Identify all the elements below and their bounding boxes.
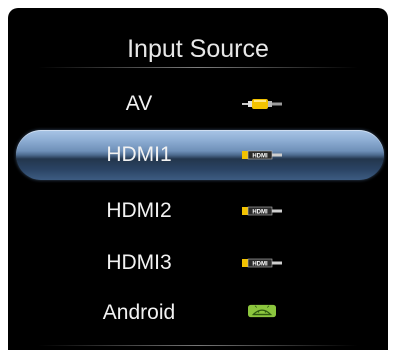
menu-item-label: HDMI1	[106, 143, 172, 166]
menu-item-hdmi2[interactable]: HDMI2 HDMI	[14, 186, 384, 234]
svg-text:HDMI: HDMI	[252, 210, 268, 216]
bottom-divider	[38, 345, 358, 346]
menu-item-hdmi3[interactable]: HDMI3 HDMI	[14, 238, 384, 286]
menu-item-label: HDMI3	[106, 251, 172, 274]
input-source-menu: Input Source AV HDMI1 HDMI HDMI2 HDMI HD…	[8, 8, 388, 350]
rca-av-cable-icon	[242, 99, 282, 109]
menu-item-android[interactable]: Android	[14, 288, 384, 336]
menu-item-label: Android	[102, 301, 176, 324]
title-divider	[38, 67, 358, 68]
menu-item-av[interactable]: AV	[14, 79, 384, 127]
menu-item-label: AV	[125, 92, 153, 115]
hdmi-connector-icon: HDMI	[242, 150, 282, 160]
svg-text:HDMI: HDMI	[252, 154, 268, 160]
android-logo-icon	[248, 304, 276, 318]
svg-text:HDMI: HDMI	[252, 262, 268, 268]
menu-item-hdmi1[interactable]: HDMI1 HDMI	[16, 130, 384, 180]
hdmi-connector-icon: HDMI	[242, 258, 282, 268]
menu-title: Input Source	[127, 35, 269, 63]
hdmi-connector-icon: HDMI	[242, 206, 282, 216]
menu-item-label: HDMI2	[106, 199, 172, 222]
